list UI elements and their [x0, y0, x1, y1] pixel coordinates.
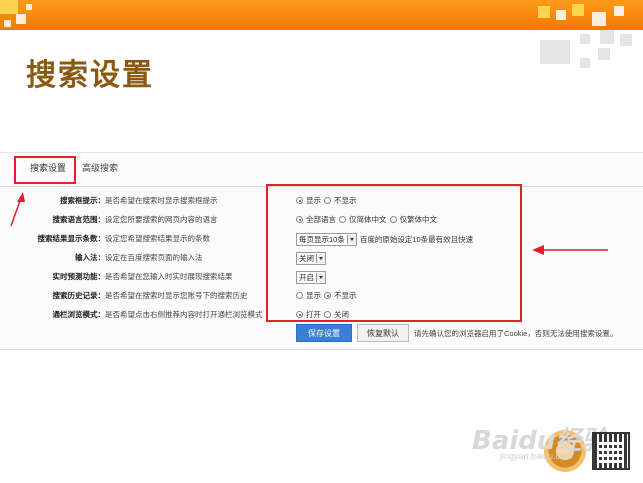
decor-square [556, 10, 566, 20]
setting-label: 搜索结果显示条数： [37, 234, 106, 243]
save-settings-button[interactable]: 保存设置 [296, 324, 352, 342]
setting-description: 设定您希望搜索结果显示的条数 [105, 234, 210, 243]
decor-square [26, 4, 32, 10]
highlight-box-tab [14, 156, 76, 184]
setting-label: 搜索框提示： [60, 196, 105, 205]
decor-square [18, 32, 26, 40]
arrow-left-icon [532, 245, 608, 255]
decor-square [580, 34, 590, 44]
decor-square [600, 30, 614, 44]
decor-square [580, 58, 590, 68]
restore-default-button[interactable]: 恢复默认 [357, 324, 409, 342]
watermark-url: jingyan.baidu.com [500, 451, 573, 461]
setting-label: 搜索历史记录： [52, 291, 106, 300]
arrow-up-icon [10, 192, 25, 227]
setting-description: 是否希望在搜索时显示您账号下的搜索历史 [105, 291, 248, 300]
setting-label: 输入法： [75, 253, 105, 262]
decor-square [614, 6, 624, 16]
setting-label: 搜索语言范围： [52, 215, 106, 224]
decor-square [598, 48, 610, 60]
setting-description: 是否希望点击右侧推荐内容时打开通栏浏览模式 [105, 310, 263, 319]
decor-square [0, 0, 18, 14]
tab-advanced-search[interactable]: 高级搜索 [82, 161, 118, 174]
highlight-box-controls [266, 184, 522, 322]
slide-title: 搜索设置 [26, 58, 154, 93]
decor-square [620, 34, 632, 46]
decor-square [16, 14, 26, 24]
setting-description: 是否希望在搜索时显示搜索框提示 [105, 196, 218, 205]
decor-square [572, 4, 584, 16]
setting-description: 设定您所要搜索的网页内容的语言 [105, 215, 218, 224]
setting-label: 通栏浏览模式： [52, 310, 106, 319]
decor-square [538, 6, 550, 18]
setting-description: 是否希望在您输入时实时展现搜索结果 [105, 272, 233, 281]
setting-label: 实时预测功能： [52, 272, 106, 281]
decor-square [540, 40, 570, 64]
decor-square [592, 12, 606, 26]
setting-description: 设定在百度搜索页面的输入法 [105, 253, 203, 262]
cookie-note: 请先确认您的浏览器启用了Cookie，否则无法使用搜索设置。 [414, 329, 618, 338]
settings-tabs: 搜索设置 高级搜索 [0, 153, 643, 187]
decor-square [4, 20, 11, 27]
qr-code-pattern [599, 439, 623, 463]
